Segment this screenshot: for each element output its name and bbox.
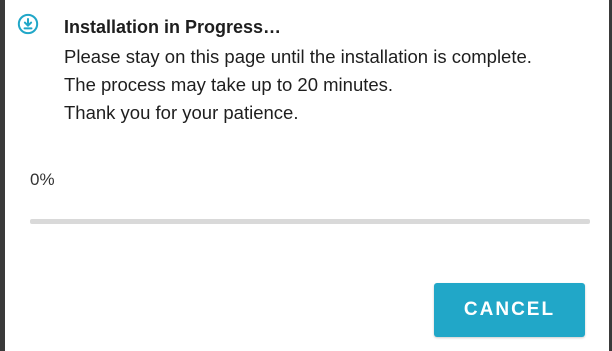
- message-line: The process may take up to 20 minutes.: [64, 74, 394, 95]
- dialog-header: [17, 10, 39, 35]
- installation-dialog: Installation in Progress… Please stay on…: [5, 0, 609, 351]
- message-line: Thank you for your patience.: [64, 102, 299, 123]
- dialog-text: Installation in Progress… Please stay on…: [64, 14, 604, 127]
- progress-percent-label: 0%: [30, 170, 55, 189]
- progress-bar: [30, 219, 590, 224]
- dialog-title: Installation in Progress…: [64, 17, 282, 37]
- download-circle-icon: [17, 13, 39, 35]
- message-line: Please stay on this page until the insta…: [64, 46, 532, 67]
- cancel-button[interactable]: CANCEL: [434, 283, 585, 337]
